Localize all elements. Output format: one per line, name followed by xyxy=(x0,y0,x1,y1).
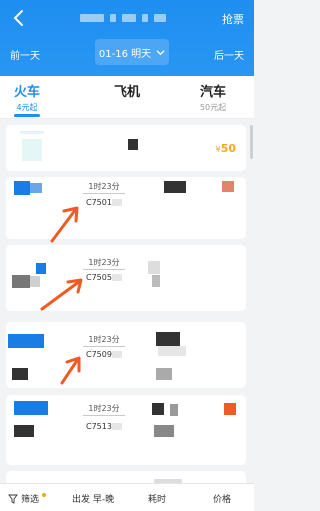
filter-button[interactable]: 筛选 xyxy=(8,492,47,505)
filter-label: 筛选 xyxy=(21,495,40,505)
scrollbar[interactable] xyxy=(250,125,253,159)
tab-bus-label: 汽车 xyxy=(199,85,226,100)
arrow-icon xyxy=(40,278,83,311)
tab-train-label: 火车 xyxy=(13,85,40,100)
tab-flight[interactable]: 飞机 xyxy=(102,81,152,100)
tab-bus[interactable]: 汽车 50元起 xyxy=(188,81,238,113)
bottom-filter-bar: 筛选 出发 早-晚 耗时 价格 xyxy=(0,483,254,511)
arrow-icon xyxy=(60,356,81,385)
tab-train[interactable]: 火车 4元起 xyxy=(2,81,52,113)
sort-duration-label: 耗时 xyxy=(148,495,167,505)
chevron-down-icon xyxy=(156,49,165,55)
page-title xyxy=(80,14,166,22)
sort-depart-button[interactable]: 出发 早-晚 xyxy=(72,492,114,505)
date-label: 01-16 明天 xyxy=(98,48,152,60)
sort-price-label: 价格 xyxy=(213,495,232,505)
header-bar: 抢票 前一天 01-16 明天 后一天 xyxy=(0,0,254,76)
tab-indicator xyxy=(14,114,40,117)
sort-depart-label: 出发 早-晚 xyxy=(72,495,115,505)
chevron-left-icon xyxy=(13,10,23,26)
annotation-arrows xyxy=(40,206,83,385)
date-selector[interactable]: 01-16 明天 xyxy=(95,39,169,65)
tab-train-sub: 4元起 xyxy=(16,103,38,112)
transport-tabs: 火车 4元起 飞机 汽车 50元起 xyxy=(0,76,254,119)
tab-bus-sub: 50元起 xyxy=(199,103,227,112)
tab-flight-label: 飞机 xyxy=(113,85,140,100)
next-day-button[interactable]: 后一天 xyxy=(214,47,244,62)
arrow-icon xyxy=(50,206,79,243)
sort-price-button[interactable]: 价格 xyxy=(213,492,231,505)
filter-icon xyxy=(8,494,18,504)
prev-day-button[interactable]: 前一天 xyxy=(10,47,40,62)
back-button[interactable] xyxy=(10,8,28,28)
grab-ticket-button[interactable]: 抢票 xyxy=(222,11,244,27)
sort-duration-button[interactable]: 耗时 xyxy=(148,492,166,505)
train-list: ¥50 1时23分 C7501 1时23分 C7505 1时23分 C7509 xyxy=(0,119,254,483)
filter-badge xyxy=(42,492,47,497)
